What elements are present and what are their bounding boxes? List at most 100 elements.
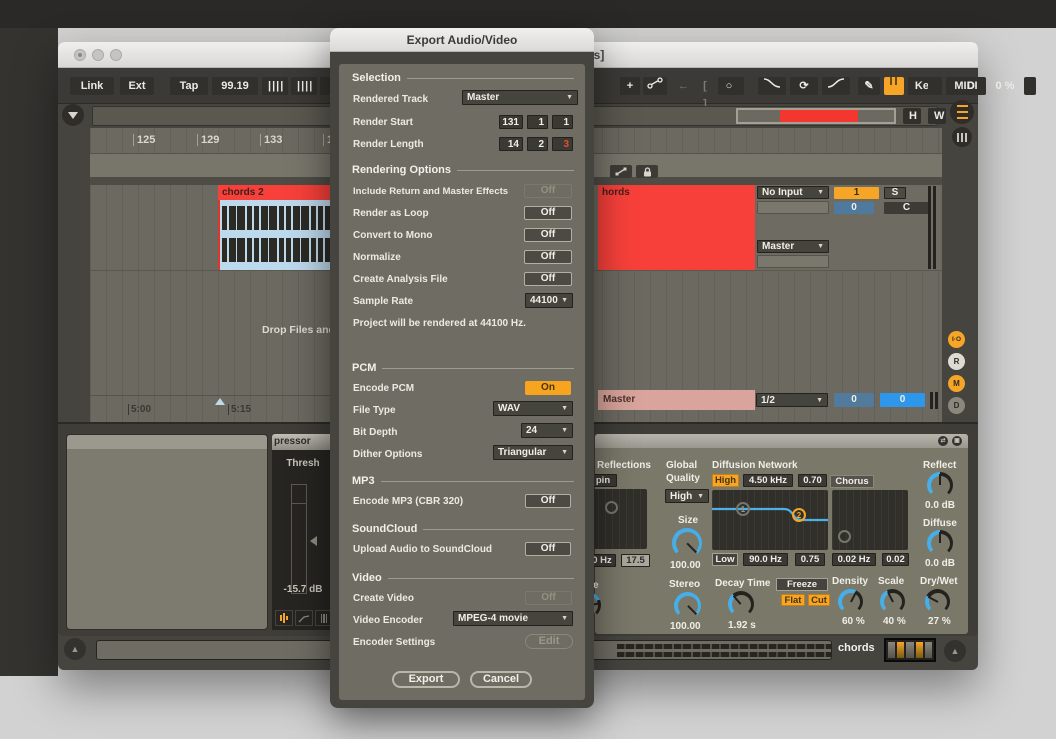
solo-button[interactable]: S [884, 187, 906, 199]
back-arrow-icon[interactable]: ← [672, 77, 692, 95]
spin-amount-value[interactable]: 17.5 [621, 554, 650, 567]
render-length-bar[interactable]: 14 [499, 137, 523, 151]
activity-view-button[interactable] [275, 610, 293, 626]
threshold-slider[interactable] [291, 484, 307, 594]
selection-brackets-icon[interactable]: [ ] [695, 77, 715, 95]
dn-low-freq[interactable]: 90.0 Hz [743, 553, 788, 566]
export-button[interactable]: Export [392, 671, 460, 688]
render-length-beat[interactable]: 2 [527, 137, 548, 151]
include-return-toggle[interactable]: Off [524, 184, 572, 198]
density-knob[interactable] [838, 589, 863, 614]
cancel-button[interactable]: Cancel [470, 671, 532, 688]
freeze-button[interactable]: Freeze [776, 578, 828, 591]
dn-marker-2[interactable]: 2 [792, 508, 806, 522]
nudge-down-icon[interactable]: |||| [262, 77, 288, 95]
decay-time-knob[interactable] [728, 591, 754, 617]
threshold-value[interactable]: -15.7 dB [272, 584, 334, 595]
mixer-section-toggle[interactable]: M [948, 375, 965, 392]
rendered-track-dropdown[interactable]: Master▼ [462, 90, 578, 105]
diffuse-knob[interactable] [927, 530, 953, 556]
fade-icon[interactable] [758, 77, 786, 95]
create-video-toggle[interactable]: Off [525, 591, 572, 605]
loop-icon[interactable]: ⟳ [790, 77, 818, 95]
spin-marker-icon[interactable] [605, 501, 618, 514]
dn-marker-1[interactable]: 1 [736, 502, 750, 516]
playhead-marker-icon[interactable] [215, 398, 225, 405]
plus-icon[interactable]: + [620, 77, 640, 95]
master-channel-dropdown[interactable]: 1/2▼ [756, 393, 828, 407]
dry-wet-value[interactable]: 27 % [928, 616, 951, 627]
minimize-button[interactable] [92, 49, 104, 61]
size-value[interactable]: 100.00 [670, 560, 701, 571]
track-activator[interactable]: 1 [834, 187, 879, 199]
sample-rate-dropdown[interactable]: 44100▼ [525, 293, 573, 308]
dn-low-toggle[interactable]: Low [712, 553, 738, 566]
mixer-toggle-icon[interactable] [952, 127, 972, 147]
transfer-curve-button[interactable] [295, 610, 313, 626]
compressor-title[interactable]: pressor [272, 434, 334, 450]
punch-icon[interactable] [822, 77, 850, 95]
spin-xy-graph[interactable] [591, 489, 647, 549]
normalize-toggle[interactable]: Off [524, 250, 572, 264]
chorus-toggle[interactable]: Chorus [830, 475, 874, 488]
dn-high-freq[interactable]: 4.50 kHz [743, 474, 793, 487]
delay-section-toggle[interactable]: D [948, 397, 965, 414]
render-start-bar[interactable]: 131 [499, 115, 523, 129]
input-channel-box[interactable] [757, 201, 829, 214]
chorus-rate-value[interactable]: 0.02 Hz [832, 553, 876, 566]
master-volume-value[interactable]: 0 [880, 393, 925, 407]
cut-button[interactable]: Cut [808, 594, 830, 606]
link-markers-icon[interactable] [610, 165, 632, 178]
tempo-field[interactable]: 99.19 [212, 77, 258, 95]
reflect-knob[interactable] [927, 472, 953, 498]
chorus-graph[interactable] [832, 490, 908, 550]
pencil-icon[interactable]: ✎ [858, 77, 880, 95]
dither-options-dropdown[interactable]: Triangular▼ [493, 445, 573, 460]
stereo-knob[interactable] [674, 592, 701, 619]
piano-keyboard-icon[interactable] [884, 77, 904, 95]
overview-w-button[interactable]: W [928, 108, 946, 124]
io-section-toggle[interactable]: I·O [948, 331, 965, 348]
convert-to-mono-toggle[interactable]: Off [524, 228, 572, 242]
dn-high-toggle[interactable]: High [712, 474, 739, 487]
scale-knob[interactable] [880, 589, 905, 614]
diffuse-value[interactable]: 0.0 dB [925, 558, 955, 569]
hot-swap-icon[interactable]: ⇄ [938, 436, 948, 446]
dry-wet-knob[interactable] [925, 589, 950, 614]
overview-viewport[interactable] [736, 108, 896, 124]
dn-high-q[interactable]: 0.70 [798, 474, 827, 487]
density-value[interactable]: 60 % [842, 616, 865, 627]
returns-section-toggle[interactable]: R [948, 353, 965, 370]
decay-time-value[interactable]: 1.92 s [728, 620, 756, 631]
output-routing-dropdown[interactable]: Master▼ [757, 240, 829, 253]
render-length-sixteenth[interactable]: 3 [552, 137, 573, 151]
master-pan-value[interactable]: 0 [834, 393, 874, 407]
quality-dropdown[interactable]: High▼ [665, 489, 709, 503]
encode-mp3-toggle[interactable]: Off [525, 494, 571, 508]
size-knob[interactable] [672, 528, 702, 558]
scale-value[interactable]: 40 % [883, 616, 906, 627]
lock-icon[interactable] [636, 165, 658, 178]
render-as-loop-toggle[interactable]: Off [524, 206, 572, 220]
close-button[interactable] [74, 49, 86, 61]
file-type-dropdown[interactable]: WAV▼ [493, 401, 573, 416]
reflect-value[interactable]: 0.0 dB [925, 500, 955, 511]
flat-button[interactable]: Flat [781, 594, 805, 606]
hamburger-menu-icon[interactable] [950, 100, 974, 124]
automation-nodes-icon[interactable] [643, 77, 667, 95]
crossfade-assign[interactable]: C [884, 202, 929, 214]
maximize-button[interactable] [110, 49, 122, 61]
overview-h-button[interactable]: H [903, 108, 921, 124]
dn-low-q[interactable]: 0.75 [795, 553, 825, 566]
encoder-settings-edit-button[interactable]: Edit [525, 634, 573, 649]
clip-tail-region[interactable]: hords [598, 185, 755, 270]
threshold-handle-icon[interactable] [310, 536, 317, 546]
reverb-title-bar[interactable]: ⇄ ▣ [595, 434, 968, 448]
output-channel-box[interactable] [757, 255, 829, 268]
save-preset-icon[interactable]: ▣ [952, 436, 962, 446]
render-start-beat[interactable]: 1 [527, 115, 548, 129]
render-start-sixteenth[interactable]: 1 [552, 115, 573, 129]
create-analysis-toggle[interactable]: Off [524, 272, 572, 286]
chorus-amount-value[interactable]: 0.02 [882, 553, 909, 566]
input-routing-dropdown[interactable]: No Input▼ [757, 186, 829, 199]
